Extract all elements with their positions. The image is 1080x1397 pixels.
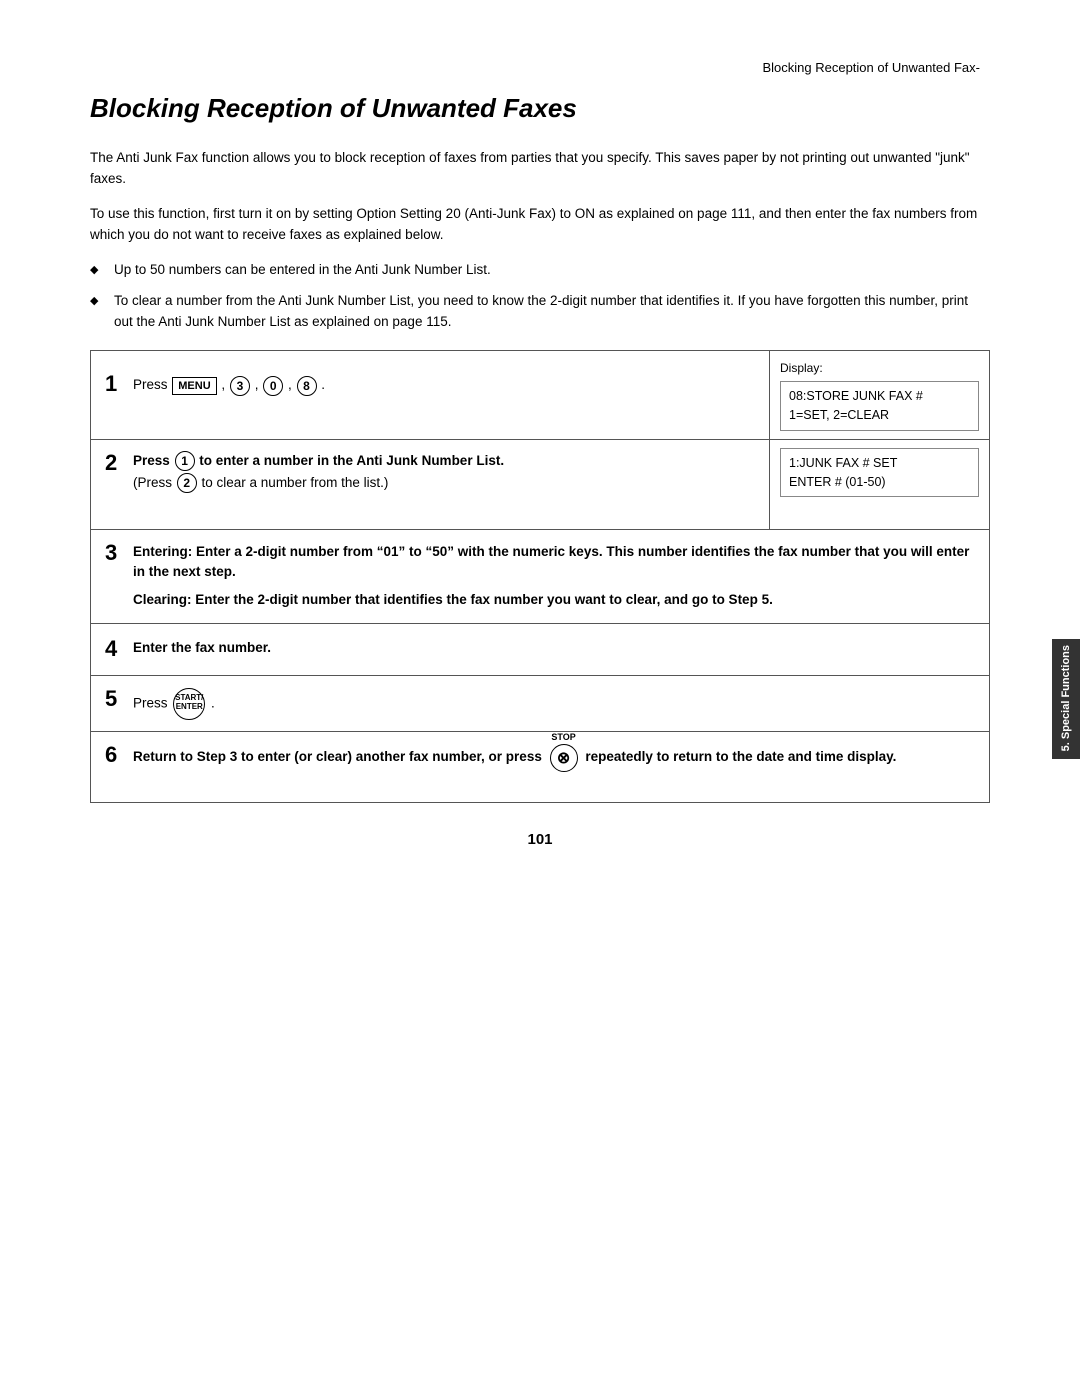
step-row-2: 2 Press 1 to enter a number in the Anti … (91, 440, 989, 530)
page-title: Blocking Reception of Unwanted Faxes (90, 93, 990, 124)
step-1-display: Display: 08:STORE JUNK FAX # 1=SET, 2=CL… (769, 351, 989, 439)
step-1-display-line2: 1=SET, 2=CLEAR (789, 406, 970, 425)
paragraph-2: To use this function, first turn it on b… (90, 204, 990, 246)
bullet-item-1: Up to 50 numbers can be entered in the A… (90, 260, 990, 281)
step-2-bold: Press 1 to enter a number in the Anti Ju… (133, 450, 757, 472)
step-2-display: 1:JUNK FAX # SET ENTER # (01-50) (769, 440, 989, 529)
key-0: 0 (263, 376, 283, 396)
step-row-6: 6 Return to Step 3 to enter (or clear) a… (91, 732, 989, 802)
step-4-instruction: Enter the fax number. (133, 638, 977, 658)
step-5-content: Press START/ENTER . (127, 676, 989, 731)
step-1-main: 1 Press MENU , 3 , 0 , 8 . (91, 351, 769, 439)
step-1-comma1: , (221, 377, 229, 392)
key-3: 3 (230, 376, 250, 396)
step-1-display-box: 08:STORE JUNK FAX # 1=SET, 2=CLEAR (780, 381, 979, 431)
step-1-comma2: , (255, 377, 263, 392)
step-6-instruction: Return to Step 3 to enter (or clear) ano… (133, 744, 977, 772)
sidebar-tab: 5. Special Functions (1052, 639, 1080, 759)
step-6-content: Return to Step 3 to enter (or clear) ano… (127, 732, 989, 802)
step-1-number: 1 (91, 361, 127, 405)
step-2-number: 2 (91, 440, 127, 529)
page: Blocking Reception of Unwanted Fax- Bloc… (0, 0, 1080, 1397)
step-6-number: 6 (91, 732, 127, 802)
step-2-display-line1: 1:JUNK FAX # SET (789, 454, 970, 473)
step-row-3: 3 Entering: Enter a 2-digit number from … (91, 530, 989, 624)
stop-wrapper: STOP ⊗ (548, 744, 580, 772)
bullet-item-2: To clear a number from the Anti Junk Num… (90, 291, 990, 333)
header-text: Blocking Reception of Unwanted Fax- (762, 60, 980, 75)
step-4-content: Enter the fax number. (127, 624, 989, 675)
step-1-content: Press MENU , 3 , 0 , 8 . (127, 361, 769, 405)
step-1-display-label: Display: (780, 359, 979, 377)
step-1-comma3: , (288, 377, 296, 392)
step-1-period: . (321, 377, 325, 392)
step-row-1: 1 Press MENU , 3 , 0 , 8 . Display: 08:S… (91, 351, 989, 440)
key-8: 8 (297, 376, 317, 396)
steps-box: 1 Press MENU , 3 , 0 , 8 . Display: 08:S… (90, 350, 990, 802)
step-5-number: 5 (91, 676, 127, 731)
step-1-display-line1: 08:STORE JUNK FAX # (789, 387, 970, 406)
step-2-content: Press 1 to enter a number in the Anti Ju… (127, 440, 769, 529)
step-3-number: 3 (91, 530, 127, 623)
key-2: 2 (177, 473, 197, 493)
step-row-5: 5 Press START/ENTER . (91, 676, 989, 732)
page-header: Blocking Reception of Unwanted Fax- (90, 60, 990, 75)
step-2-display-line2: ENTER # (01-50) (789, 473, 970, 492)
stop-label: STOP (551, 731, 575, 745)
step-5-period: . (211, 695, 215, 710)
step-2-display-box: 1:JUNK FAX # SET ENTER # (01-50) (780, 448, 979, 498)
stop-key: ⊗ (550, 744, 578, 772)
paragraph-1: The Anti Junk Fax function allows you to… (90, 148, 990, 190)
page-number: 101 (90, 831, 990, 848)
step-4-number: 4 (91, 624, 127, 675)
step-3-clearing: Clearing: Enter the 2-digit number that … (133, 590, 977, 610)
key-1: 1 (175, 451, 195, 471)
menu-key: MENU (172, 377, 216, 395)
step-3-content: Entering: Enter a 2-digit number from “0… (127, 530, 989, 623)
sidebar-tab-label: 5. Special Functions (1059, 645, 1073, 751)
step-5-press-label: Press (133, 695, 171, 710)
start-enter-key: START/ENTER (173, 688, 205, 720)
step-3-entering: Entering: Enter a 2-digit number from “0… (133, 542, 977, 583)
step-row-4: 4 Enter the fax number. (91, 624, 989, 676)
step-1-press-label: Press (133, 377, 171, 392)
step-2-sub: (Press 2 to clear a number from the list… (133, 472, 757, 494)
bullet-list: Up to 50 numbers can be entered in the A… (90, 260, 990, 333)
